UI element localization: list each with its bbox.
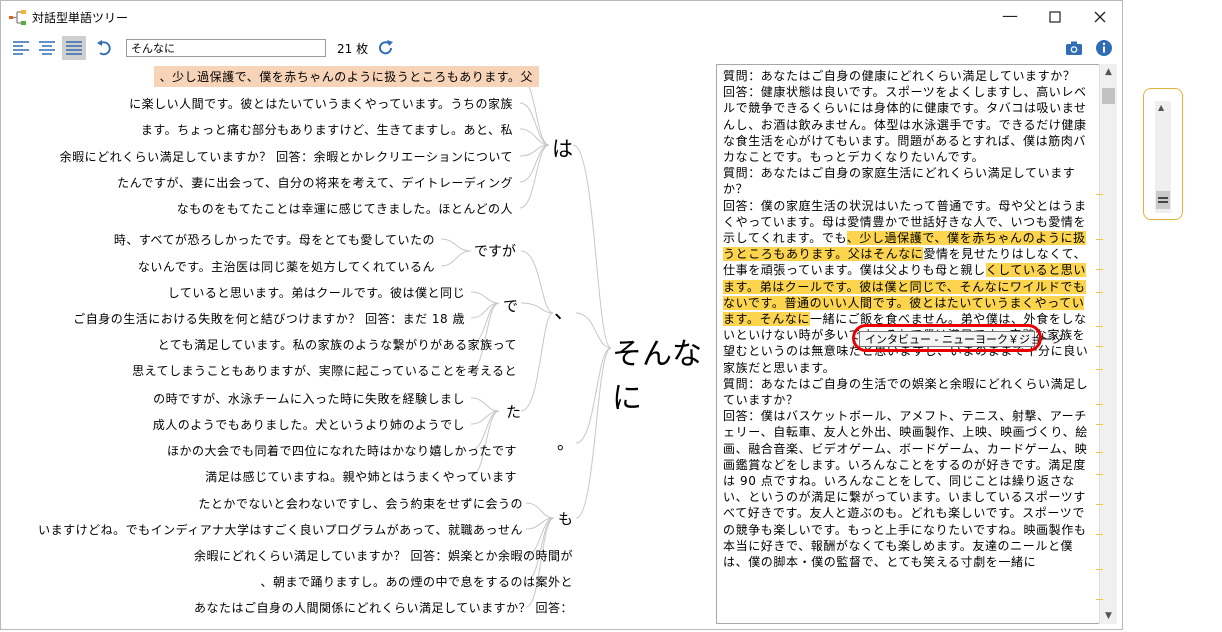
tree-leaf-line[interactable]: に楽しい人間です。彼とはたいていうまくやっています。うちの家族	[129, 95, 513, 112]
tree-branch-node[interactable]: は	[552, 133, 573, 163]
text-segment: 回答：健康状態は良いです。スポーツをよくしますし、高いレベルで競争できるくらいに…	[723, 85, 1087, 165]
scroll-thumb[interactable]	[1102, 88, 1115, 104]
tree-leaf-line[interactable]: 、朝まで踊りますし。あの煙の中で息をするのは案外と	[260, 573, 573, 590]
tree-leaf-line[interactable]: たとかでないと会わないですし、会う約束をせずに会うの	[198, 495, 523, 512]
tree-leaf-line[interactable]: あなたはご自身の人間関係にどれくらい満足していますか？ 回答：	[194, 599, 573, 616]
match-count: 21 枚	[337, 42, 369, 56]
tree-branch-node[interactable]: た	[506, 401, 521, 422]
camera-icon	[1066, 41, 1082, 55]
tree-leaf-line[interactable]: 余暇にどれくらい満足していますか？ 回答：娯楽とか余暇の時間が	[194, 547, 573, 564]
search-input[interactable]: そんなに	[126, 39, 326, 57]
camera-button[interactable]	[1062, 36, 1086, 60]
document-paragraph: 質問：あなたはご自身の家庭生活にどれくらい満足していますか？	[723, 165, 1095, 197]
zoom-scroll-thumb	[1156, 191, 1170, 209]
tree-leaf-line[interactable]: 成人のようでもありました。犬というより姉のようでし	[153, 416, 465, 433]
align-justify-button[interactable]	[62, 36, 86, 60]
window-title: 対話型単語ツリー	[32, 11, 129, 25]
tree-root-node[interactable]: そんなに	[612, 329, 713, 417]
zoom-scrollbar-track: ▲	[1155, 101, 1171, 213]
tree-leaf-line[interactable]: ます。ちょっと痛む部分もありますけど、生きてますし。あと、私	[141, 121, 513, 138]
align-left-button[interactable]	[9, 36, 33, 60]
match-marker	[1096, 474, 1103, 475]
match-marker	[1096, 292, 1103, 293]
tree-leaf-line[interactable]: の時ですが、水泳チームに入った時に失敗を経験しまし	[153, 390, 465, 407]
tree-leaf-line[interactable]: 、少し過保護で、僕を赤ちゃんのように扱うところもあります。父	[153, 66, 539, 87]
tree-branch-node[interactable]: 。	[557, 429, 574, 454]
tree-leaf-line[interactable]: ご自身の生活における失敗を何と結びつけますか？ 回答：まだ 18 歳	[73, 310, 465, 327]
info-button[interactable]	[1092, 36, 1116, 60]
tree-leaf-line[interactable]: ほかの大会でも同着で四位になれた時はかなり嬉しかったです	[167, 442, 517, 459]
text-segment: 質問：あなたはご自身の生活での娯楽と余暇にどれくらい満足していますか？	[723, 376, 1089, 408]
title-bar: 対話型単語ツリー —	[1, 1, 1122, 33]
refresh-button[interactable]	[374, 36, 398, 60]
match-marker	[1096, 194, 1103, 195]
refresh-icon	[379, 40, 393, 55]
document-paragraph: 回答：僕はバスケットボール、アメフト、テニス、射撃、アーチェリー、自転車、友人と…	[723, 408, 1095, 570]
document-paragraph: 質問：あなたはご自身の健康にどれくらい満足していますか？	[723, 68, 1095, 84]
close-button[interactable]	[1077, 1, 1123, 33]
tree-branch-node[interactable]: も	[558, 508, 573, 529]
match-marker	[1096, 599, 1103, 600]
tree-leaf-line[interactable]: 満足は感じていますね。親や姉とはうまくやっています	[205, 468, 517, 485]
toolbar: そんなに 21 枚	[1, 34, 1122, 62]
match-marker	[1096, 239, 1103, 240]
scrollbar-zoom-callout: ▲	[1143, 88, 1183, 220]
text-segment: 質問：あなたはご自身の家庭生活にどれくらい満足していますか？	[723, 166, 1076, 197]
tree-leaf-line[interactable]: たんですが、妻に出会って、自分の将来を考えて、デイトレーディング	[117, 174, 513, 191]
tooltip-highlight-ring	[852, 324, 1042, 352]
match-marker	[1096, 404, 1103, 405]
tree-leaf-line[interactable]: ないんです。主治医は同じ薬を処方してくれているん	[138, 258, 435, 275]
tree-branch-node[interactable]: 、	[554, 295, 575, 325]
tree-leaf-line[interactable]: とても満足しています。私の家族のような繋がりがある家族って	[158, 336, 517, 353]
minimize-icon: —	[1002, 6, 1018, 25]
align-left-icon	[13, 41, 29, 55]
tree-leaf-line[interactable]: いますけどね。でもインディアナ大学はすごく良いプログラムがあって、就職あっせん	[38, 521, 523, 538]
align-justify-icon	[66, 41, 82, 55]
tree-leaf-line[interactable]: していると思います。弟はクールです。彼は僕と同じ	[168, 284, 465, 301]
tree-leaf-line[interactable]: 時、すべてが恐ろしかったです。母をとても愛していたの	[114, 231, 435, 248]
match-marker	[1096, 326, 1103, 327]
match-marker	[1096, 424, 1103, 425]
scroll-down-icon[interactable]: ▼	[1100, 608, 1117, 624]
text-segment: 質問：あなたはご自身の健康にどれくらい満足していますか？	[723, 69, 1076, 83]
app-logo-icon	[9, 10, 26, 25]
align-center-button[interactable]	[35, 36, 59, 60]
document-paragraph: 質問：あなたはご自身の生活での娯楽と余暇にどれくらい満足していますか？	[723, 376, 1095, 408]
maximize-icon	[1049, 11, 1061, 23]
tree-leaf-line[interactable]: なものをもてたことは幸運に感じてきました。ほとんどの人	[177, 200, 513, 217]
tree-branch-node[interactable]: ですが	[474, 241, 516, 261]
match-marker	[1096, 534, 1103, 535]
document-scrollbar[interactable]: ▲ ▼	[1096, 64, 1117, 624]
tree-branch-node[interactable]: で	[503, 295, 518, 316]
maximize-button[interactable]	[1032, 1, 1078, 33]
match-marker	[1096, 504, 1103, 505]
undo-button[interactable]	[92, 36, 116, 60]
app-window: 対話型単語ツリー — そんなに 21 枚 、少し過保護で、僕を赤ちゃんのように扱…	[0, 0, 1123, 630]
match-marker	[1096, 369, 1103, 370]
document-text: 質問：あなたはご自身の健康にどれくらい満足していますか？ 回答：健康状態は良いです…	[723, 68, 1095, 570]
match-marker	[1096, 569, 1103, 570]
text-segment: 回答：僕はバスケットボール、アメフト、テニス、射撃、アーチェリー、自転車、友人と…	[723, 409, 1088, 570]
match-marker	[1096, 452, 1103, 453]
tree-leaf-line[interactable]: 余暇にどれくらい満足していますか？ 回答：余暇とかレクリエーションについて	[60, 148, 513, 165]
word-tree-panel: 、少し過保護で、僕を赤ちゃんのように扱うところもあります。父 に楽しい人間です。…	[1, 63, 713, 629]
document-paragraph: 回答：健康状態は良いです。スポーツをよくしますし、高いレベルで競争できるくらいに…	[723, 84, 1095, 165]
undo-icon	[97, 40, 111, 56]
match-marker	[1096, 346, 1103, 347]
align-center-icon	[39, 41, 55, 55]
zoom-up-icon: ▲	[1158, 103, 1165, 112]
tree-leaf-line[interactable]: 思えてしまうこともありますが、実際に起こっていることを考えると	[132, 362, 517, 379]
minimize-button[interactable]: —	[987, 1, 1033, 33]
match-marker	[1096, 269, 1103, 270]
scroll-up-icon[interactable]: ▲	[1100, 64, 1117, 80]
close-icon	[1094, 11, 1106, 23]
info-icon	[1096, 40, 1112, 56]
